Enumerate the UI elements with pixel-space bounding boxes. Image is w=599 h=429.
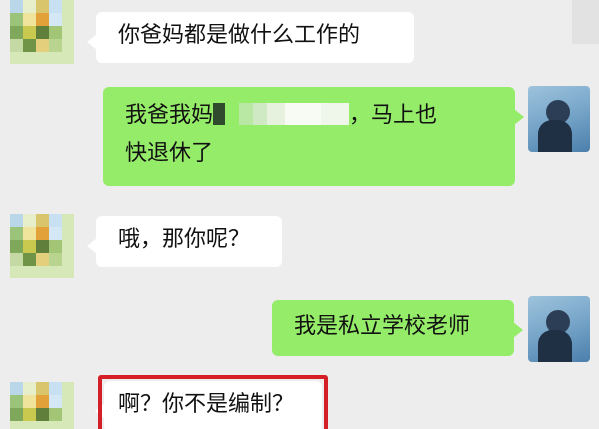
message-text: 快退休了 xyxy=(125,141,214,166)
contact-avatar-icon[interactable] xyxy=(10,214,74,278)
avatar-body-icon xyxy=(538,330,572,362)
contact-avatar-icon[interactable] xyxy=(10,0,74,64)
message-text: 我爸我妈 xyxy=(125,103,214,128)
incoming-message-bubble[interactable]: 哦，那你呢？ xyxy=(87,216,282,267)
contact-avatar-icon[interactable] xyxy=(10,382,74,429)
message-text: 哦，那你呢？ xyxy=(118,227,251,252)
user-avatar-icon[interactable] xyxy=(528,86,590,152)
avatar-body-icon xyxy=(538,120,572,152)
highlight-annotation-box xyxy=(98,375,328,429)
message-line: 我爸我妈 ，马上也 xyxy=(125,97,515,135)
message-text: ，马上也 xyxy=(349,103,438,128)
user-avatar-icon[interactable] xyxy=(528,296,590,362)
incoming-message-bubble[interactable]: 你爸妈都是做什么工作的 xyxy=(87,12,414,63)
mosaic-redaction-icon xyxy=(213,103,350,125)
outgoing-message-bubble[interactable]: 我是私立学校老师 xyxy=(272,300,523,356)
corner-indicator-icon xyxy=(572,0,599,44)
message-text: 你爸妈都是做什么工作的 xyxy=(118,23,361,48)
chat-screen: 你爸妈都是做什么工作的 我爸我妈 ，马上也 快退休了 哦，那你呢？ 我是私立学校老 xyxy=(0,0,599,429)
message-text: 我是私立学校老师 xyxy=(294,314,471,339)
outgoing-message-bubble[interactable]: 我爸我妈 ，马上也 快退休了 xyxy=(103,87,524,186)
